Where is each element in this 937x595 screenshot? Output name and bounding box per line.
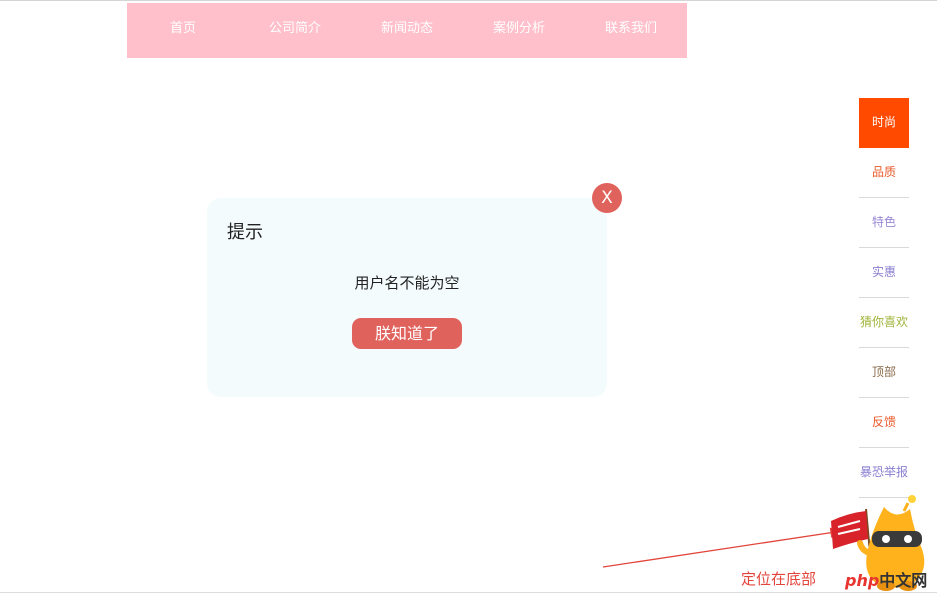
page: 首页 公司简介 新闻动态 案例分析 联系我们 时尚 品质 特色 实惠 猜你喜欢 … <box>0 0 937 595</box>
side-item-value[interactable]: 实惠 <box>859 248 909 298</box>
watermark-cn: 中文网 <box>879 571 928 590</box>
side-item-fashion[interactable]: 时尚 <box>859 98 909 148</box>
side-bar: 时尚 品质 特色 实惠 猜你喜欢 顶部 反馈 暴恐举报 <box>859 98 909 498</box>
confirm-button[interactable]: 朕知道了 <box>352 318 462 349</box>
annotation-label: 定位在底部 <box>741 570 817 588</box>
side-item-feature[interactable]: 特色 <box>859 198 909 248</box>
watermark-php: php <box>845 571 880 590</box>
side-item-top[interactable]: 顶部 <box>859 348 909 398</box>
side-item-quality[interactable]: 品质 <box>859 148 909 198</box>
nav-item-contact[interactable]: 联系我们 <box>575 3 687 58</box>
alert-dialog: 提示 用户名不能为空 朕知道了 <box>207 198 607 397</box>
nav-item-cases[interactable]: 案例分析 <box>463 3 575 58</box>
nav-item-news[interactable]: 新闻动态 <box>351 3 463 58</box>
site-watermark: php中文网 <box>845 567 927 591</box>
bottom-divider <box>0 592 937 593</box>
side-item-guess[interactable]: 猜你喜欢 <box>859 298 909 348</box>
dialog-message: 用户名不能为空 <box>354 274 460 292</box>
dialog-title: 提示 <box>227 222 263 243</box>
close-button[interactable]: X <box>592 183 622 213</box>
nav-item-about[interactable]: 公司简介 <box>239 3 351 58</box>
nav-item-home[interactable]: 首页 <box>127 3 239 58</box>
side-item-feedback[interactable]: 反馈 <box>859 398 909 448</box>
top-nav: 首页 公司简介 新闻动态 案例分析 联系我们 <box>127 3 687 58</box>
